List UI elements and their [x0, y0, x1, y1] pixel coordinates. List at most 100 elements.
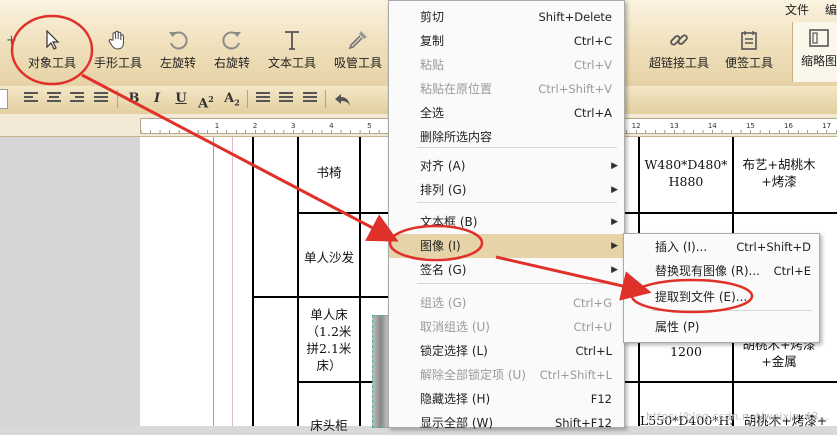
- context-menu-item[interactable]: 隐藏选择 (H) F12: [389, 387, 624, 411]
- note-tool-label: 便签工具: [724, 56, 773, 70]
- context-menu-item: 粘贴 Ctrl+V: [389, 53, 624, 77]
- table-line: [623, 212, 837, 214]
- bold-button[interactable]: B: [124, 89, 144, 109]
- toolbar-expand-icon[interactable]: +: [6, 33, 17, 48]
- ruler-tick-label: 17: [822, 122, 831, 130]
- context-menu-item: 组选 (G) Ctrl+G: [389, 291, 624, 315]
- context-menu-item[interactable]: 签名 (G) ▶: [389, 258, 624, 282]
- menu-item-label: 解除全部锁定项 (U): [420, 368, 526, 382]
- submenu-arrow-icon: ▶: [611, 265, 618, 275]
- watermark: https://blog.csdn.net/weixin_43...: [645, 410, 829, 423]
- superscript-glyph: A: [198, 96, 209, 112]
- hyperlink-tool-button[interactable]: 超链接工具: [645, 24, 713, 78]
- ruler-tick-label: 2: [253, 122, 257, 130]
- hand-icon: [108, 30, 124, 50]
- note-icon: [741, 31, 757, 50]
- menu-file[interactable]: 文件: [785, 1, 809, 18]
- line-spacing-icon[interactable]: [256, 92, 270, 104]
- table-line: [297, 212, 389, 214]
- align-left-icon[interactable]: [24, 92, 38, 104]
- thumbnail-tool-label: 缩略图: [801, 54, 837, 68]
- paragraph-spacing-icon[interactable]: [279, 92, 293, 104]
- menu-item-label: 隐藏选择 (H): [420, 392, 491, 406]
- menu-item-shortcut: Ctrl+Shift+L: [539, 368, 612, 382]
- submenu-item[interactable]: 属性 (P): [624, 315, 819, 339]
- format-separator: [247, 90, 248, 108]
- cell-line: 单人床: [310, 307, 348, 322]
- context-menu-item[interactable]: 显示全部 (W) Shift+F12: [389, 411, 624, 435]
- context-menu-item: 解除全部锁定项 (U) Ctrl+Shift+L: [389, 363, 624, 387]
- hyperlink-tool-label: 超链接工具: [648, 56, 709, 70]
- hand-tool-button[interactable]: 手形工具: [87, 24, 149, 78]
- cell-line: 床）: [316, 358, 342, 373]
- menu-item-shortcut: Ctrl+Shift+D: [736, 240, 811, 254]
- subscript-button[interactable]: A2: [222, 89, 242, 109]
- underline-button[interactable]: U: [171, 89, 191, 109]
- align-center-icon[interactable]: [47, 92, 61, 104]
- menu-separator: [417, 147, 617, 148]
- context-menu-item[interactable]: 图像 (I) ▶: [389, 234, 624, 258]
- menu-item-shortcut: Ctrl+G: [572, 296, 612, 310]
- list-icon[interactable]: [303, 92, 317, 104]
- text-tool-button[interactable]: 文本工具: [261, 24, 323, 78]
- menu-edit[interactable]: 编: [825, 1, 837, 18]
- menu-separator: [417, 283, 617, 284]
- superscript-button[interactable]: A2: [196, 89, 216, 112]
- italic-button[interactable]: I: [147, 89, 167, 109]
- submenu-item[interactable]: 提取到文件 (E)...: [624, 285, 819, 309]
- ruler-tick-label: 1: [215, 122, 219, 130]
- table-line: [252, 137, 254, 426]
- ruler-tick-label: 4: [329, 122, 334, 130]
- context-menu-item: 粘贴在原位置 Ctrl+Shift+V: [389, 77, 624, 101]
- ruler-tick-label: 14: [708, 122, 717, 130]
- table-cell: 单人床 （1.2米 拼2.1米 床）: [299, 306, 359, 374]
- rotate-right-icon: [222, 31, 241, 50]
- format-separator: [117, 90, 118, 108]
- font-size-dropdown[interactable]: [0, 89, 8, 109]
- menu-item-label: 签名 (G): [420, 263, 467, 277]
- menu-item-shortcut: Shift+F12: [554, 416, 612, 430]
- rotate-left-icon: [169, 31, 188, 50]
- link-icon: [670, 34, 688, 46]
- context-menu-item[interactable]: 排列 (G) ▶: [389, 178, 624, 202]
- submenu-item[interactable]: 替换现有图像 (R)... Ctrl+E: [624, 259, 819, 283]
- eyedropper-icon: [348, 31, 367, 50]
- menu-item-shortcut: Ctrl+C: [573, 34, 612, 48]
- menu-item-label: 组选 (G): [420, 296, 467, 310]
- context-menu-item[interactable]: 文本框 (B) ▶: [389, 210, 624, 234]
- justify-icon[interactable]: [94, 92, 108, 104]
- menu-item-label: 粘贴在原位置: [420, 82, 493, 96]
- menu-item-shortcut: Ctrl+U: [573, 320, 612, 334]
- menu-separator: [652, 310, 812, 311]
- context-menu-item[interactable]: 删除所选内容: [389, 125, 624, 149]
- menu-item-shortcut: Ctrl+A: [574, 106, 612, 120]
- menu-item-label: 图像 (I): [420, 239, 461, 253]
- context-menu-item[interactable]: 对齐 (A) ▶: [389, 154, 624, 178]
- table-line: [252, 296, 389, 298]
- table-cell: 布艺+胡桃木+烤漆: [742, 157, 816, 189]
- undo-icon[interactable]: [332, 91, 352, 109]
- eyedropper-tool-button[interactable]: 吸管工具: [327, 24, 389, 78]
- thumbnail-tool-button[interactable]: 缩略图: [792, 22, 837, 82]
- menu-item-label: 全选: [420, 106, 445, 120]
- ruler-tick-label: 12: [632, 122, 641, 130]
- menu-item-label: 文本框 (B): [420, 215, 478, 229]
- rotate-right-label: 右旋转: [213, 56, 250, 70]
- subscript-glyph: A: [224, 91, 235, 106]
- note-tool-button[interactable]: 便签工具: [720, 24, 778, 78]
- ruler-tick-label: 3: [291, 122, 295, 130]
- thumbnail-icon: [809, 29, 829, 47]
- submenu-arrow-icon: ▶: [611, 217, 618, 227]
- context-menu-item[interactable]: 剪切 Shift+Delete: [389, 5, 624, 29]
- rotate-right-button[interactable]: 右旋转: [201, 24, 263, 78]
- context-menu-item[interactable]: 全选 Ctrl+A: [389, 101, 624, 125]
- object-tool-button[interactable]: 对象工具: [21, 24, 83, 78]
- menu-item-label: 属性 (P): [655, 320, 700, 334]
- cursor-icon: [46, 29, 60, 50]
- context-menu-item[interactable]: 锁定选择 (L) Ctrl+L: [389, 339, 624, 363]
- submenu-item[interactable]: 插入 (I)... Ctrl+Shift+D: [624, 235, 819, 259]
- text-tool-icon: [285, 31, 299, 50]
- context-menu-item[interactable]: 复制 Ctrl+C: [389, 29, 624, 53]
- rotate-left-button[interactable]: 左旋转: [147, 24, 209, 78]
- align-right-icon[interactable]: [70, 92, 84, 104]
